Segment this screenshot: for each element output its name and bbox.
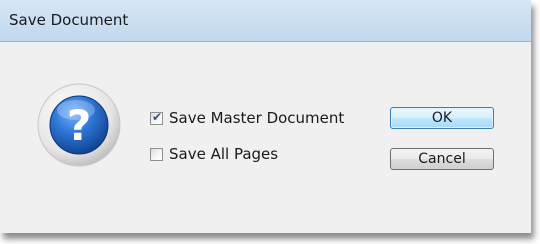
title-bar[interactable]: Save Document [0,0,531,42]
save-all-pages-option[interactable]: Save All Pages [150,144,278,164]
checkmark-icon: ✔ [152,109,163,124]
save-master-document-checkbox[interactable]: ✔ [150,109,163,125]
question-help-icon: ? [37,83,121,167]
save-all-pages-checkbox[interactable] [150,147,163,161]
cancel-button[interactable]: Cancel [390,148,494,170]
save-master-document-option[interactable]: ✔ Save Master Document [150,108,344,128]
ok-button[interactable]: OK [390,107,494,129]
dialog-body: ? ✔ Save Master Document Save All Pages … [0,42,531,233]
save-document-dialog: Save Document ? ✔ Save Master Document S… [0,0,531,233]
save-all-pages-label[interactable]: Save All Pages [169,145,278,163]
save-master-document-label[interactable]: Save Master Document [169,109,344,127]
svg-text:?: ? [67,101,91,150]
dialog-title: Save Document [9,11,129,29]
